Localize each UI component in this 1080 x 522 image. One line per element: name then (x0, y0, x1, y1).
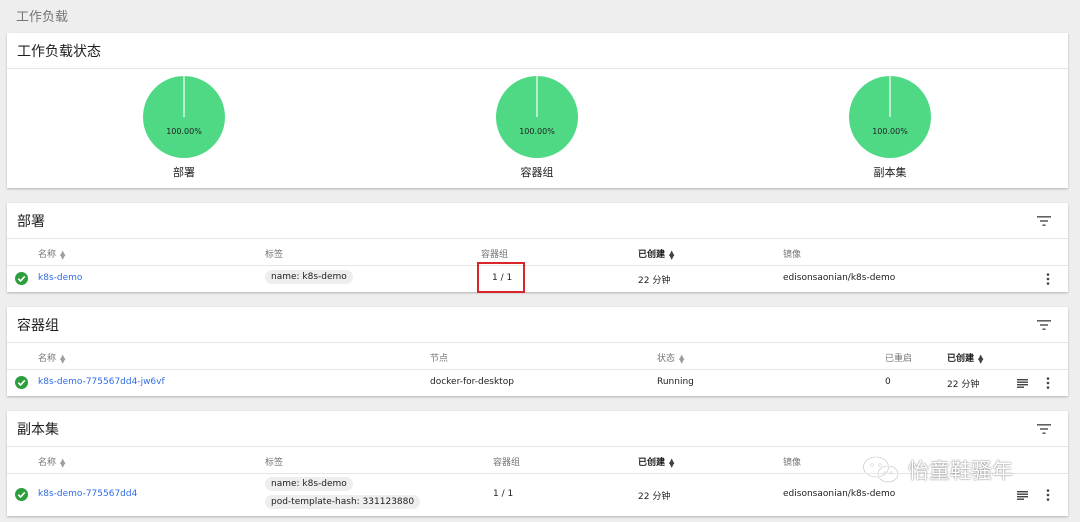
deployments-title: 部署 (17, 213, 45, 230)
created-age: 22 分钟 (638, 276, 671, 286)
pods-title: 容器组 (17, 317, 59, 334)
column-header-created[interactable]: 已创建 ▲ ▼ (638, 455, 674, 468)
pods-count: 1 / 1 (493, 489, 514, 499)
column-header-node: 节点 (430, 354, 449, 364)
sort-icon: ▲ ▼ (679, 352, 685, 365)
column-header-name[interactable]: 名称 ▲ ▼ (38, 455, 65, 468)
page-title: 工作负载 (16, 10, 69, 25)
deployments-header: 部署 (7, 203, 1068, 239)
column-header-pods: 容器组 (481, 250, 509, 260)
more-vert-icon[interactable] (1046, 489, 1050, 501)
deployments-table-header: 名称 ▲ ▼ 标签 容器组 已创建 ▲ ▼ 镜像 (7, 239, 1068, 266)
sort-icon: ▲ ▼ (669, 456, 675, 469)
replicasets-title: 副本集 (17, 421, 59, 438)
deployment-name-link[interactable]: k8s-demo (38, 273, 82, 283)
watermark: 怡童鞋骚年 (862, 455, 1013, 485)
pods-card: 容器组 名称 ▲ ▼ 节点 状态 ▲ ▼ 已重启 已创建 ▲ ▼ k8s-demo-7755… (7, 307, 1068, 396)
pods-pie-percent: 100.00% (519, 127, 555, 136)
label-chip: pod-template-hash: 331123880 (265, 495, 421, 509)
deployments-pie-chart (143, 76, 225, 158)
column-header-restarts: 已重启 (885, 354, 913, 364)
logs-icon[interactable] (1017, 491, 1028, 500)
created-age: 22 分钟 (638, 492, 671, 502)
pods-pie-label: 容器组 (520, 166, 554, 179)
pods-table-header: 名称 ▲ ▼ 节点 状态 ▲ ▼ 已重启 已创建 ▲ ▼ (7, 343, 1068, 370)
column-header-created[interactable]: 已创建 ▲ ▼ (638, 247, 674, 260)
column-header-created[interactable]: 已创建 ▲ ▼ (947, 351, 983, 364)
column-header-labels: 标签 (265, 250, 284, 260)
pods-pie-chart (496, 76, 578, 158)
workload-status-header: 工作负载状态 (7, 33, 1068, 69)
sort-icon: ▲ ▼ (60, 456, 66, 469)
filter-icon[interactable] (1036, 214, 1052, 228)
watermark-text: 怡童鞋骚年 (908, 459, 1013, 483)
pods-pie: 100.00% (495, 75, 579, 159)
label-chip: name: k8s-demo (265, 477, 353, 491)
deployments-card: 部署 名称 ▲ ▼ 标签 容器组 已创建 ▲ ▼ 镜像 k8s-demo name: k… (7, 203, 1068, 292)
check-circle-icon (15, 272, 28, 285)
deployments-pie-percent: 100.00% (166, 127, 202, 136)
column-header-images: 镜像 (783, 458, 802, 468)
replicasets-header: 副本集 (7, 411, 1068, 447)
check-circle-icon (15, 488, 28, 501)
wechat-icon (862, 456, 899, 483)
table-row: k8s-demo-775567dd4-jw6vf docker-for-desk… (7, 370, 1068, 396)
node-name: docker-for-desktop (430, 377, 514, 387)
deployments-pie-label: 部署 (173, 166, 195, 179)
more-vert-icon[interactable] (1046, 377, 1050, 389)
image-name: edisonsaonian/k8s-demo (783, 489, 896, 499)
replicaset-name-link[interactable]: k8s-demo-775567dd4 (38, 489, 137, 499)
column-header-images: 镜像 (783, 250, 802, 260)
column-header-labels: 标签 (265, 458, 284, 468)
deployments-pie: 100.00% (142, 75, 226, 159)
table-row: k8s-demo name: k8s-demo 1 / 1 22 分钟 edis… (7, 266, 1068, 292)
filter-icon[interactable] (1036, 422, 1052, 436)
filter-icon[interactable] (1036, 318, 1052, 332)
label-chip: name: k8s-demo (265, 270, 353, 284)
created-age: 22 分钟 (947, 380, 980, 390)
restart-count: 0 (885, 377, 891, 387)
column-header-name[interactable]: 名称 ▲ ▼ (38, 247, 65, 260)
workload-status-card: 工作负载状态 100.00% 部署 100.00% 容器组 100.00% 副本… (7, 33, 1068, 188)
column-header-name[interactable]: 名称 ▲ ▼ (38, 351, 65, 364)
sort-icon: ▲ ▼ (60, 248, 66, 261)
sort-icon: ▲ ▼ (60, 352, 66, 365)
pods-header: 容器组 (7, 307, 1068, 343)
pod-status: Running (657, 377, 694, 387)
highlight-box (477, 262, 525, 293)
replicasets-pie-percent: 100.00% (872, 127, 908, 136)
replicasets-pie-chart (849, 76, 931, 158)
column-header-status[interactable]: 状态 ▲ ▼ (657, 351, 684, 364)
logs-icon[interactable] (1017, 379, 1028, 388)
more-vert-icon[interactable] (1046, 273, 1050, 285)
replicasets-pie: 100.00% (848, 75, 932, 159)
sort-icon: ▲ ▼ (669, 248, 675, 261)
sort-icon: ▲ ▼ (978, 352, 984, 365)
column-header-pods: 容器组 (493, 458, 521, 468)
replicasets-pie-label: 副本集 (873, 166, 907, 179)
check-circle-icon (15, 376, 28, 389)
pod-name-link[interactable]: k8s-demo-775567dd4-jw6vf (38, 377, 165, 387)
image-name: edisonsaonian/k8s-demo (783, 273, 896, 283)
